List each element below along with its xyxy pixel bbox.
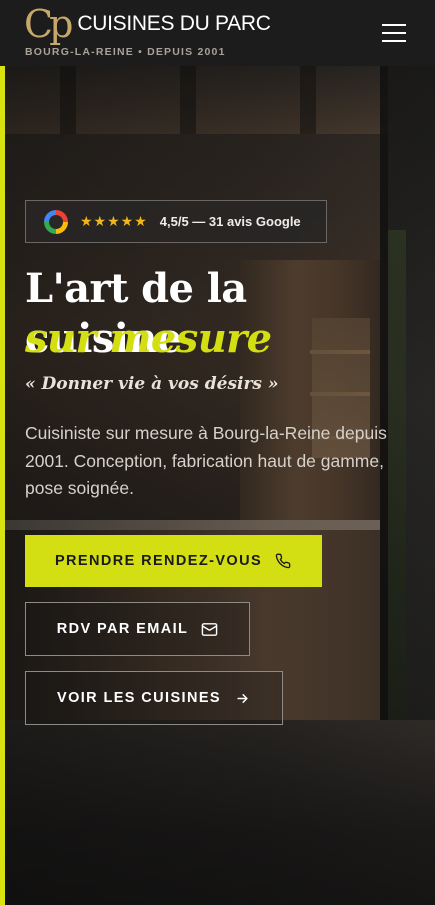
view-kitchens-label: VOIR LES CUISINES xyxy=(57,690,221,706)
brand-name: CUISINES DU PARC xyxy=(77,12,271,35)
email-appointment-button[interactable]: RDV PAR EMAIL xyxy=(25,602,250,656)
hamburger-menu-icon[interactable] xyxy=(376,20,412,46)
logo-mark: Cp xyxy=(24,2,73,46)
rating-text: 4,5/5 — 31 avis Google xyxy=(159,214,301,229)
view-kitchens-button[interactable]: VOIR LES CUISINES xyxy=(25,671,283,725)
book-appointment-button[interactable]: PRENDRE RENDEZ-VOUS xyxy=(25,535,322,587)
mail-icon xyxy=(200,620,218,638)
email-appointment-label: RDV PAR EMAIL xyxy=(56,621,189,637)
google-icon xyxy=(44,209,68,234)
google-rating-badge[interactable]: ★★★★★ 4,5/5 — 31 avis Google xyxy=(25,200,327,243)
hero-title-accent: sur mesure xyxy=(25,315,272,362)
accent-side-bar xyxy=(0,66,5,905)
arrow-right-icon xyxy=(233,689,251,707)
hero-description: Cuisiniste sur mesure à Bourg-la-Reine d… xyxy=(25,423,387,498)
hero-quote: « Donner vie à vos désirs » xyxy=(25,374,279,394)
phone-icon xyxy=(274,552,292,570)
brand-tagline: BOURG-LA-REINE • DEPUIS 2001 xyxy=(25,46,226,58)
site-header: Cp CUISINES DU PARC BOURG-LA-REINE • DEP… xyxy=(0,0,435,66)
brand-logo[interactable]: Cp CUISINES DU PARC xyxy=(24,4,271,44)
book-appointment-label: PRENDRE RENDEZ-VOUS xyxy=(54,553,263,569)
rating-stars: ★★★★★ xyxy=(80,213,148,229)
